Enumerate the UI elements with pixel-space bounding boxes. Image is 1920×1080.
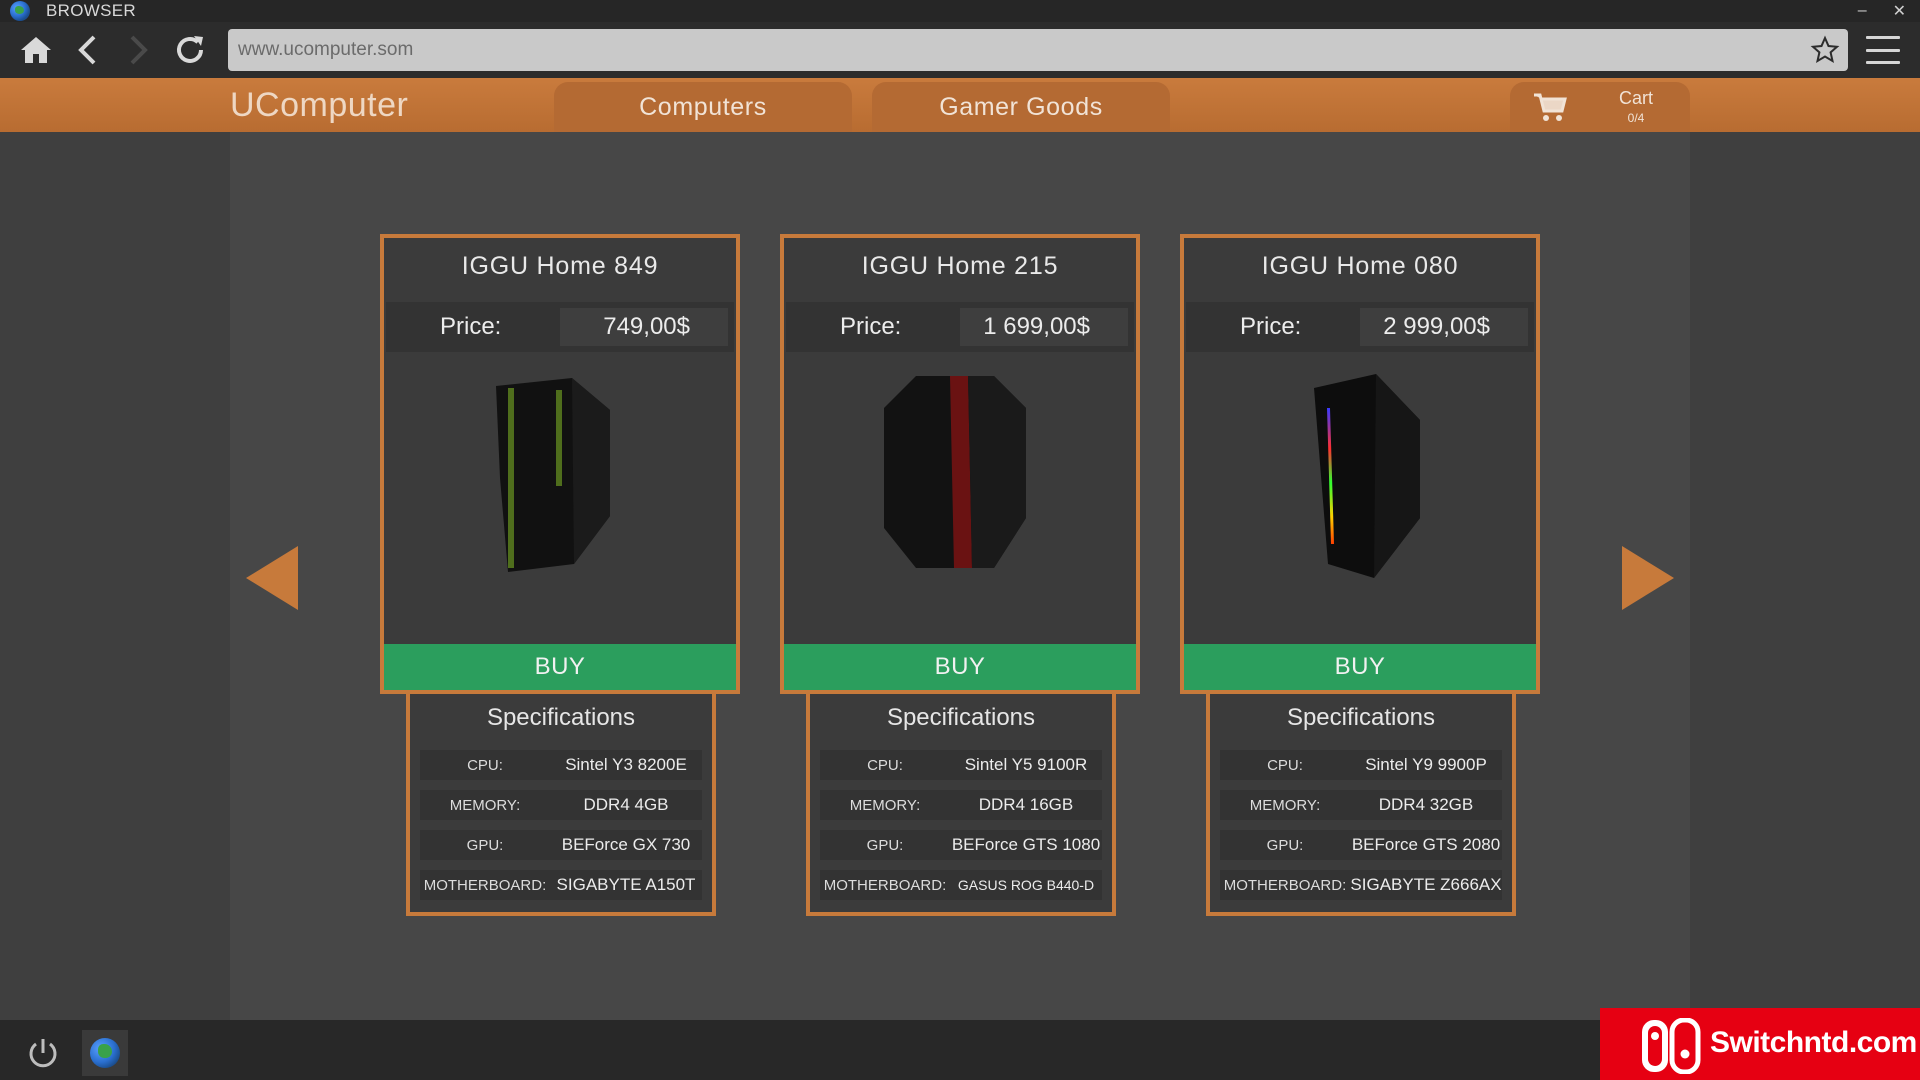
buy-button[interactable]: BUY — [1184, 644, 1536, 690]
watermark-text: Switchntd.com — [1710, 1026, 1917, 1059]
address-bar[interactable]: www.ucomputer.som — [228, 29, 1848, 71]
back-icon[interactable] — [70, 32, 106, 68]
specifications-title: Specifications — [486, 704, 636, 731]
menu-icon[interactable] — [1866, 36, 1900, 64]
price-label: Price: — [440, 313, 502, 340]
spec-value: DDR4 32GB — [1378, 795, 1474, 814]
switch-logo-icon — [1640, 1017, 1702, 1075]
spec-key: GPU: — [1266, 836, 1304, 854]
product-name: IGGU Home 849 — [461, 252, 659, 280]
spec-key: CPU: — [1267, 756, 1303, 774]
arrow-left-icon[interactable] — [246, 546, 298, 610]
site-logo[interactable]: UComputer — [230, 86, 408, 125]
spec-row-gpu: GPU: BEForce GX 730 — [420, 830, 702, 860]
spec-value: Sintel Y5 9100R — [964, 755, 1088, 774]
product-card-main: IGGU Home 849 Price: 749,00$ BUY — [380, 234, 740, 694]
price-row: Price: 2 999,00$ — [1186, 302, 1534, 352]
browser-taskbar-button[interactable] — [82, 1030, 128, 1076]
spec-row-motherboard: MOTHERBOARD: GASUS ROG B440-D — [820, 870, 1102, 900]
product-name: IGGU Home 080 — [1261, 252, 1459, 280]
product-card-main: IGGU Home 215 Price: 1 699,00$ BUY — [780, 234, 1140, 694]
spec-key: MOTHERBOARD: — [823, 876, 947, 894]
spec-value: BEForce GX 730 — [561, 835, 691, 854]
spec-row-cpu: CPU: Sintel Y5 9100R — [820, 750, 1102, 780]
cart-icon — [1532, 91, 1568, 123]
pc-case-image — [844, 368, 1076, 618]
spec-row-memory: MEMORY: DDR4 16GB — [820, 790, 1102, 820]
browser-toolbar: www.ucomputer.som — [0, 22, 1920, 78]
globe-icon — [90, 1038, 120, 1068]
spec-row-cpu: CPU: Sintel Y9 9900P — [1220, 750, 1502, 780]
specifications-panel: Specifications CPU: Sintel Y5 9100R MEMO… — [806, 694, 1116, 916]
specifications-panel: Specifications CPU: Sintel Y9 9900P MEMO… — [1206, 694, 1516, 916]
spec-key: CPU: — [867, 756, 903, 774]
tab-computers[interactable]: Computers — [554, 82, 852, 132]
buy-button[interactable]: BUY — [384, 644, 736, 690]
browser-globe-icon — [10, 1, 30, 21]
spec-key: MOTHERBOARD: — [1223, 876, 1347, 894]
buy-button[interactable]: BUY — [784, 644, 1136, 690]
price-value: 1 699,00$ — [960, 308, 1128, 346]
spec-row-gpu: GPU: BEForce GTS 1080 — [820, 830, 1102, 860]
arrow-right-icon[interactable] — [1622, 546, 1674, 610]
window-titlebar: BROWSER – ✕ — [0, 0, 1920, 22]
spec-row-memory: MEMORY: DDR4 32GB — [1220, 790, 1502, 820]
cart-label: Cart — [1618, 88, 1653, 108]
spec-key: MEMORY: — [1249, 796, 1321, 814]
spec-row-motherboard: MOTHERBOARD: SIGABYTE Z666AX — [1220, 870, 1502, 900]
product-card: IGGU Home 849 Price: 749,00$ BUY Specifi… — [380, 234, 740, 916]
spec-row-memory: MEMORY: DDR4 4GB — [420, 790, 702, 820]
star-icon[interactable] — [1810, 35, 1840, 65]
price-value: 2 999,00$ — [1360, 308, 1528, 346]
spec-value: BEForce GTS 2080 — [1351, 835, 1501, 854]
spec-key: MOTHERBOARD: — [423, 876, 547, 894]
window-title: BROWSER — [46, 1, 136, 20]
tab-gamer-goods[interactable]: Gamer Goods — [872, 82, 1170, 132]
home-icon[interactable] — [18, 32, 54, 68]
forward-icon[interactable] — [120, 32, 156, 68]
spec-key: MEMORY: — [849, 796, 921, 814]
product-card-main: IGGU Home 080 Price: 2 999,00$ BUY — [1180, 234, 1540, 694]
price-label: Price: — [1240, 313, 1302, 340]
spec-key: GPU: — [466, 836, 504, 854]
price-row: Price: 749,00$ — [386, 302, 734, 352]
spec-value: SIGABYTE A150T — [556, 875, 696, 894]
pc-case-image — [444, 368, 676, 618]
spec-row-cpu: CPU: Sintel Y3 8200E — [420, 750, 702, 780]
watermark: Switchntd.com — [1600, 1008, 1920, 1080]
cart-count: 0/4 — [1627, 111, 1645, 125]
spec-row-motherboard: MOTHERBOARD: SIGABYTE A150T — [420, 870, 702, 900]
spec-key: GPU: — [866, 836, 904, 854]
power-icon[interactable] — [26, 1036, 60, 1070]
spec-value: BEForce GTS 1080 — [951, 835, 1101, 854]
spec-key: CPU: — [467, 756, 503, 774]
spec-value: SIGABYTE Z666AX — [1350, 875, 1502, 894]
spec-value: Sintel Y3 8200E — [565, 755, 687, 774]
minimize-button[interactable]: – — [1858, 2, 1867, 20]
price-label: Price: — [840, 313, 902, 340]
url-text: www.ucomputer.som — [238, 39, 414, 60]
specifications-panel: Specifications CPU: Sintel Y3 8200E MEMO… — [406, 694, 716, 916]
product-card: IGGU Home 215 Price: 1 699,00$ BUY Speci… — [780, 234, 1140, 916]
close-window-button[interactable]: ✕ — [1893, 1, 1906, 21]
spec-key: MEMORY: — [449, 796, 521, 814]
product-name: IGGU Home 215 — [861, 252, 1059, 280]
site-header: UComputer Computers Gamer Goods Cart 0/4 — [0, 78, 1920, 132]
product-card: IGGU Home 080 Price: 2 999,00$ BUY Speci… — [1180, 234, 1540, 916]
price-value: 749,00$ — [560, 308, 728, 346]
specifications-title: Specifications — [1286, 704, 1436, 731]
spec-row-gpu: GPU: BEForce GTS 2080 — [1220, 830, 1502, 860]
price-row: Price: 1 699,00$ — [786, 302, 1134, 352]
pc-case-image — [1244, 368, 1476, 618]
spec-value: GASUS ROG B440-D — [957, 877, 1095, 893]
cart-button[interactable]: Cart 0/4 — [1510, 82, 1690, 132]
spec-value: Sintel Y9 9900P — [1365, 755, 1487, 774]
reload-icon[interactable] — [172, 32, 208, 68]
spec-value: DDR4 4GB — [583, 795, 669, 814]
specifications-title: Specifications — [886, 704, 1036, 731]
spec-value: DDR4 16GB — [978, 795, 1074, 814]
